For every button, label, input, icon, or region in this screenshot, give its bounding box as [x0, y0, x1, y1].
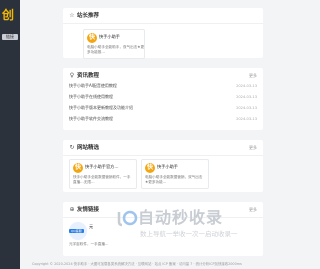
- friend-name[interactable]: 元: [89, 224, 93, 230]
- app-description: 快手小助手全能数据营销软件，一手直播…无限…: [73, 175, 131, 184]
- app-avatar: 快: [73, 163, 83, 173]
- featured-card: ↻ 网站精选 更多 快 快手小助手官方… 快手小助手全能数据营销软件，一手直播……: [63, 140, 263, 192]
- site-logo[interactable]: 创: [2, 8, 14, 22]
- list-item[interactable]: 快手小助手AI配音使用教程 2024-03-13: [69, 82, 257, 90]
- friend-item[interactable]: QQ客服 元 元宇宙软件，一手直播…: [69, 220, 109, 252]
- watermark-logo-icon: [117, 210, 138, 227]
- news-date: 2024-03-13: [236, 95, 257, 99]
- list-item[interactable]: 快手小助手在线使用教程 2024-03-13: [69, 93, 257, 101]
- star-icon: ☆: [69, 12, 75, 19]
- friend-description: 元宇宙软件，一手直播…: [69, 242, 109, 246]
- card-header: ☆ 站长推荐: [63, 8, 263, 24]
- recommend-card: ☆ 站长推荐 快 快手小助手 电脑小助手全能助手，双气出击★更多功能推…: [63, 8, 263, 59]
- recommend-item[interactable]: 快 快手小助手 电脑小助手全能助手，双气出击★更多功能推…: [83, 29, 145, 59]
- footer: Copyright © 2020-2024 快手助手 · 大图可加载各类系统解决…: [32, 262, 242, 266]
- app-description: 电脑小助手全能助手，双气出击★更多功能推…: [87, 45, 145, 54]
- more-link[interactable]: 更多: [249, 145, 257, 151]
- sidebar: 创 链接: [0, 0, 20, 269]
- featured-item[interactable]: 快 快手小助手官方… 快手小助手全能数据营销软件，一手直播…无限…: [69, 159, 137, 189]
- lightbulb-icon: ♀: [69, 72, 75, 79]
- news-card: ♀ 资讯教程 更多 快手小助手AI配音使用教程 2024-03-13 快手小助手…: [63, 68, 263, 130]
- watermark-brand: 自动秒收录: [138, 208, 224, 227]
- featured-item[interactable]: 快 快手小助手 电脑小助手全能数据营销，双气出击★更多功能…: [141, 159, 209, 189]
- card-title: 网站精选: [77, 145, 100, 151]
- list-item[interactable]: 快手小助手软件交流教程 2024-03-13: [69, 115, 257, 123]
- app-name[interactable]: 快手小助手官方…: [85, 164, 119, 170]
- more-link[interactable]: 更多: [249, 73, 257, 79]
- news-date: 2024-03-13: [236, 84, 257, 88]
- qq-icon: QQ客服: [69, 222, 87, 240]
- app-avatar: 快: [145, 163, 155, 173]
- news-title[interactable]: 快手小助手软件交流教程: [69, 115, 113, 123]
- qq-label: QQ客服: [69, 229, 84, 233]
- news-date: 2024-03-13: [236, 106, 257, 110]
- news-date: 2024-03-13: [236, 117, 257, 121]
- news-title[interactable]: 快手小助手AI配音使用教程: [69, 82, 117, 90]
- card-title: 友情链接: [77, 207, 100, 213]
- card-title: 站长推荐: [77, 13, 100, 19]
- card-title: 资讯教程: [77, 73, 100, 79]
- app-name[interactable]: 快手小助手: [157, 164, 178, 170]
- link-icon: ⊕: [69, 206, 75, 213]
- app-description: 电脑小助手全能数据营销，双气出击★更多功能…: [145, 175, 203, 184]
- watermark-slogan: 数上导航一举收一次一启动收录一: [140, 230, 238, 238]
- news-title[interactable]: 快手小助手在线使用教程: [69, 93, 113, 101]
- refresh-icon: ↻: [69, 144, 75, 151]
- logo-tag[interactable]: 链接: [2, 34, 18, 40]
- watermark: 自动秒收录 数上导航一举收一次一启动收录一: [116, 205, 266, 245]
- app-name[interactable]: 快手小助手: [99, 34, 120, 40]
- news-title[interactable]: 快手小助手版本更新教程及功能介绍: [69, 104, 133, 112]
- card-header: ↻ 网站精选 更多: [63, 140, 263, 156]
- app-avatar: 快: [87, 33, 97, 43]
- list-item[interactable]: 快手小助手版本更新教程及功能介绍 2024-03-13: [69, 104, 257, 112]
